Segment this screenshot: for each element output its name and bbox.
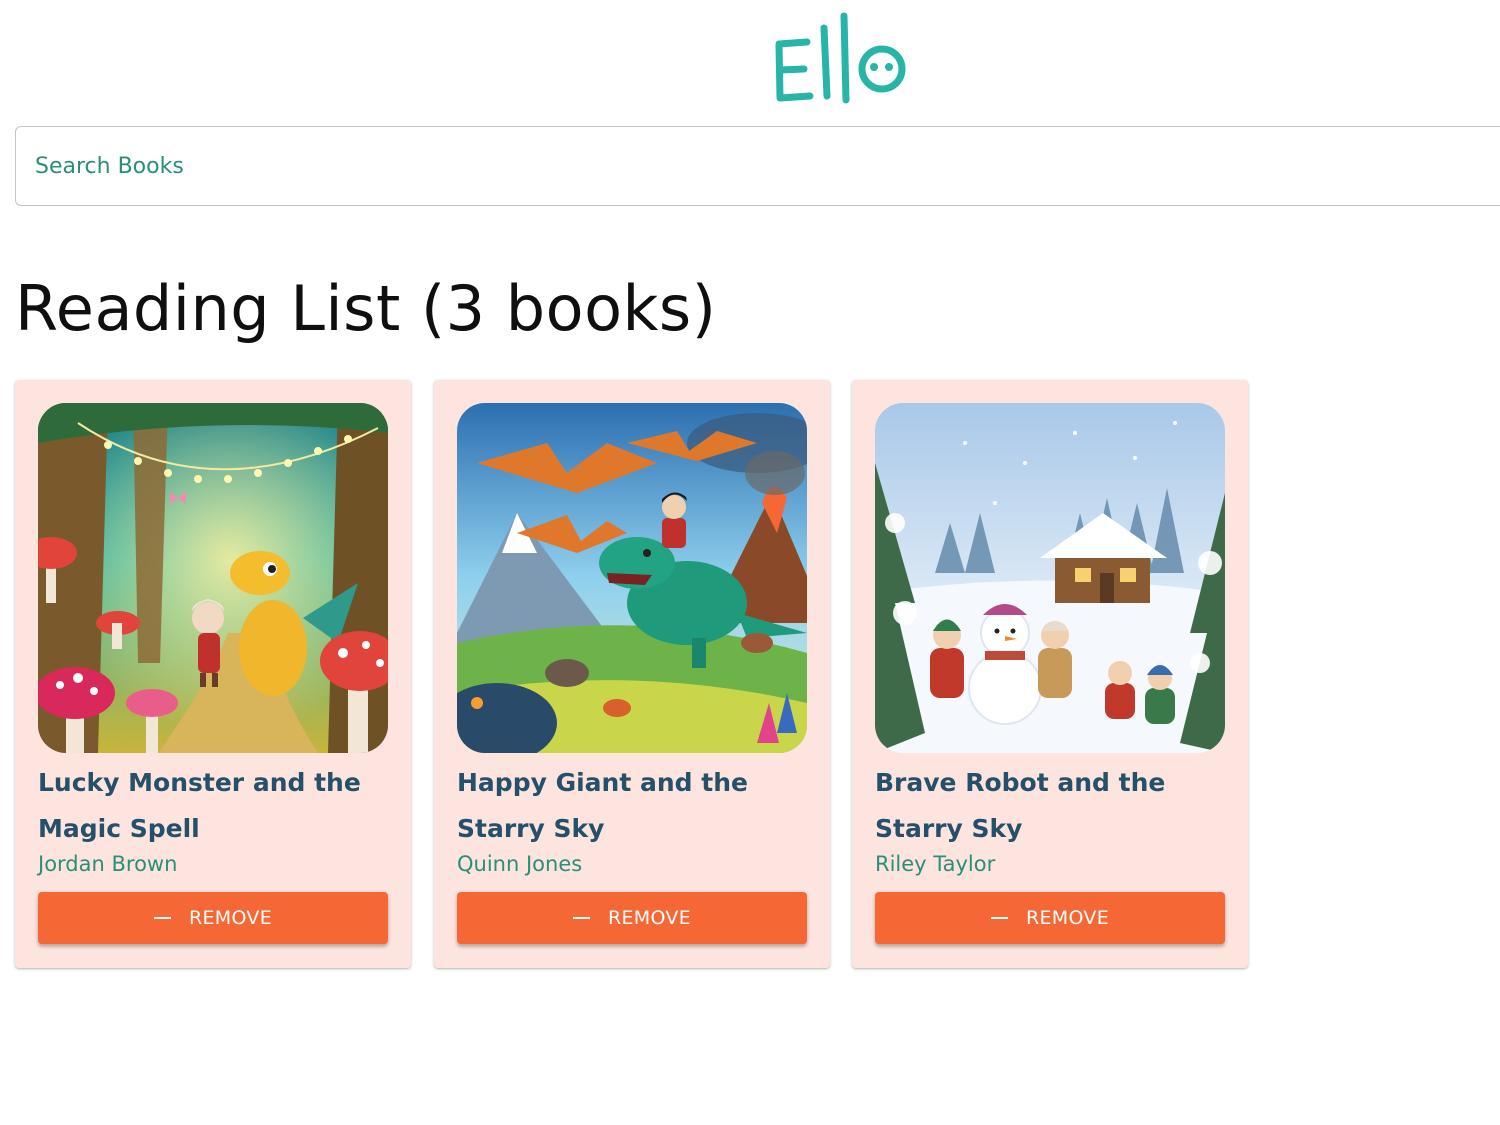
- remove-button[interactable]: REMOVE: [875, 892, 1225, 944]
- search-input[interactable]: [35, 127, 1435, 205]
- minus-icon: [572, 917, 590, 919]
- remove-button-label: REMOVE: [607, 907, 692, 929]
- book-author: Quinn Jones: [457, 852, 583, 876]
- dinosaur-adventure-cover-icon: [457, 403, 807, 753]
- minus-icon: [153, 917, 171, 919]
- book-title: Brave Robot and the Starry Sky: [875, 768, 1166, 843]
- book-cover: [457, 403, 807, 753]
- minus-icon: [990, 917, 1008, 919]
- book-card: Happy Giant and the Starry Sky Quinn Jon…: [434, 380, 830, 968]
- book-title: Happy Giant and the Starry Sky: [457, 768, 748, 843]
- book-card: Brave Robot and the Starry Sky Riley Tay…: [852, 380, 1248, 968]
- search-box[interactable]: [15, 126, 1500, 206]
- winter-snowman-cover-icon: [875, 403, 1225, 753]
- page: Reading List (3 books): [0, 0, 1500, 1125]
- book-card: Lucky Monster and the Magic Spell Jordan…: [15, 380, 411, 968]
- book-title: Lucky Monster and the Magic Spell: [38, 768, 361, 843]
- remove-button-label: REMOVE: [1025, 907, 1110, 929]
- remove-button[interactable]: REMOVE: [457, 892, 807, 944]
- book-cover: [38, 403, 388, 753]
- book-author: Riley Taylor: [875, 852, 996, 876]
- book-cover: [875, 403, 1225, 753]
- ello-logo-icon: [775, 12, 906, 104]
- book-author: Jordan Brown: [38, 852, 178, 876]
- remove-button-label: REMOVE: [188, 907, 273, 929]
- reading-list-heading: Reading List (3 books): [15, 272, 717, 345]
- remove-button[interactable]: REMOVE: [38, 892, 388, 944]
- fantasy-forest-cover-icon: [38, 403, 388, 753]
- ello-logo[interactable]: [770, 8, 915, 108]
